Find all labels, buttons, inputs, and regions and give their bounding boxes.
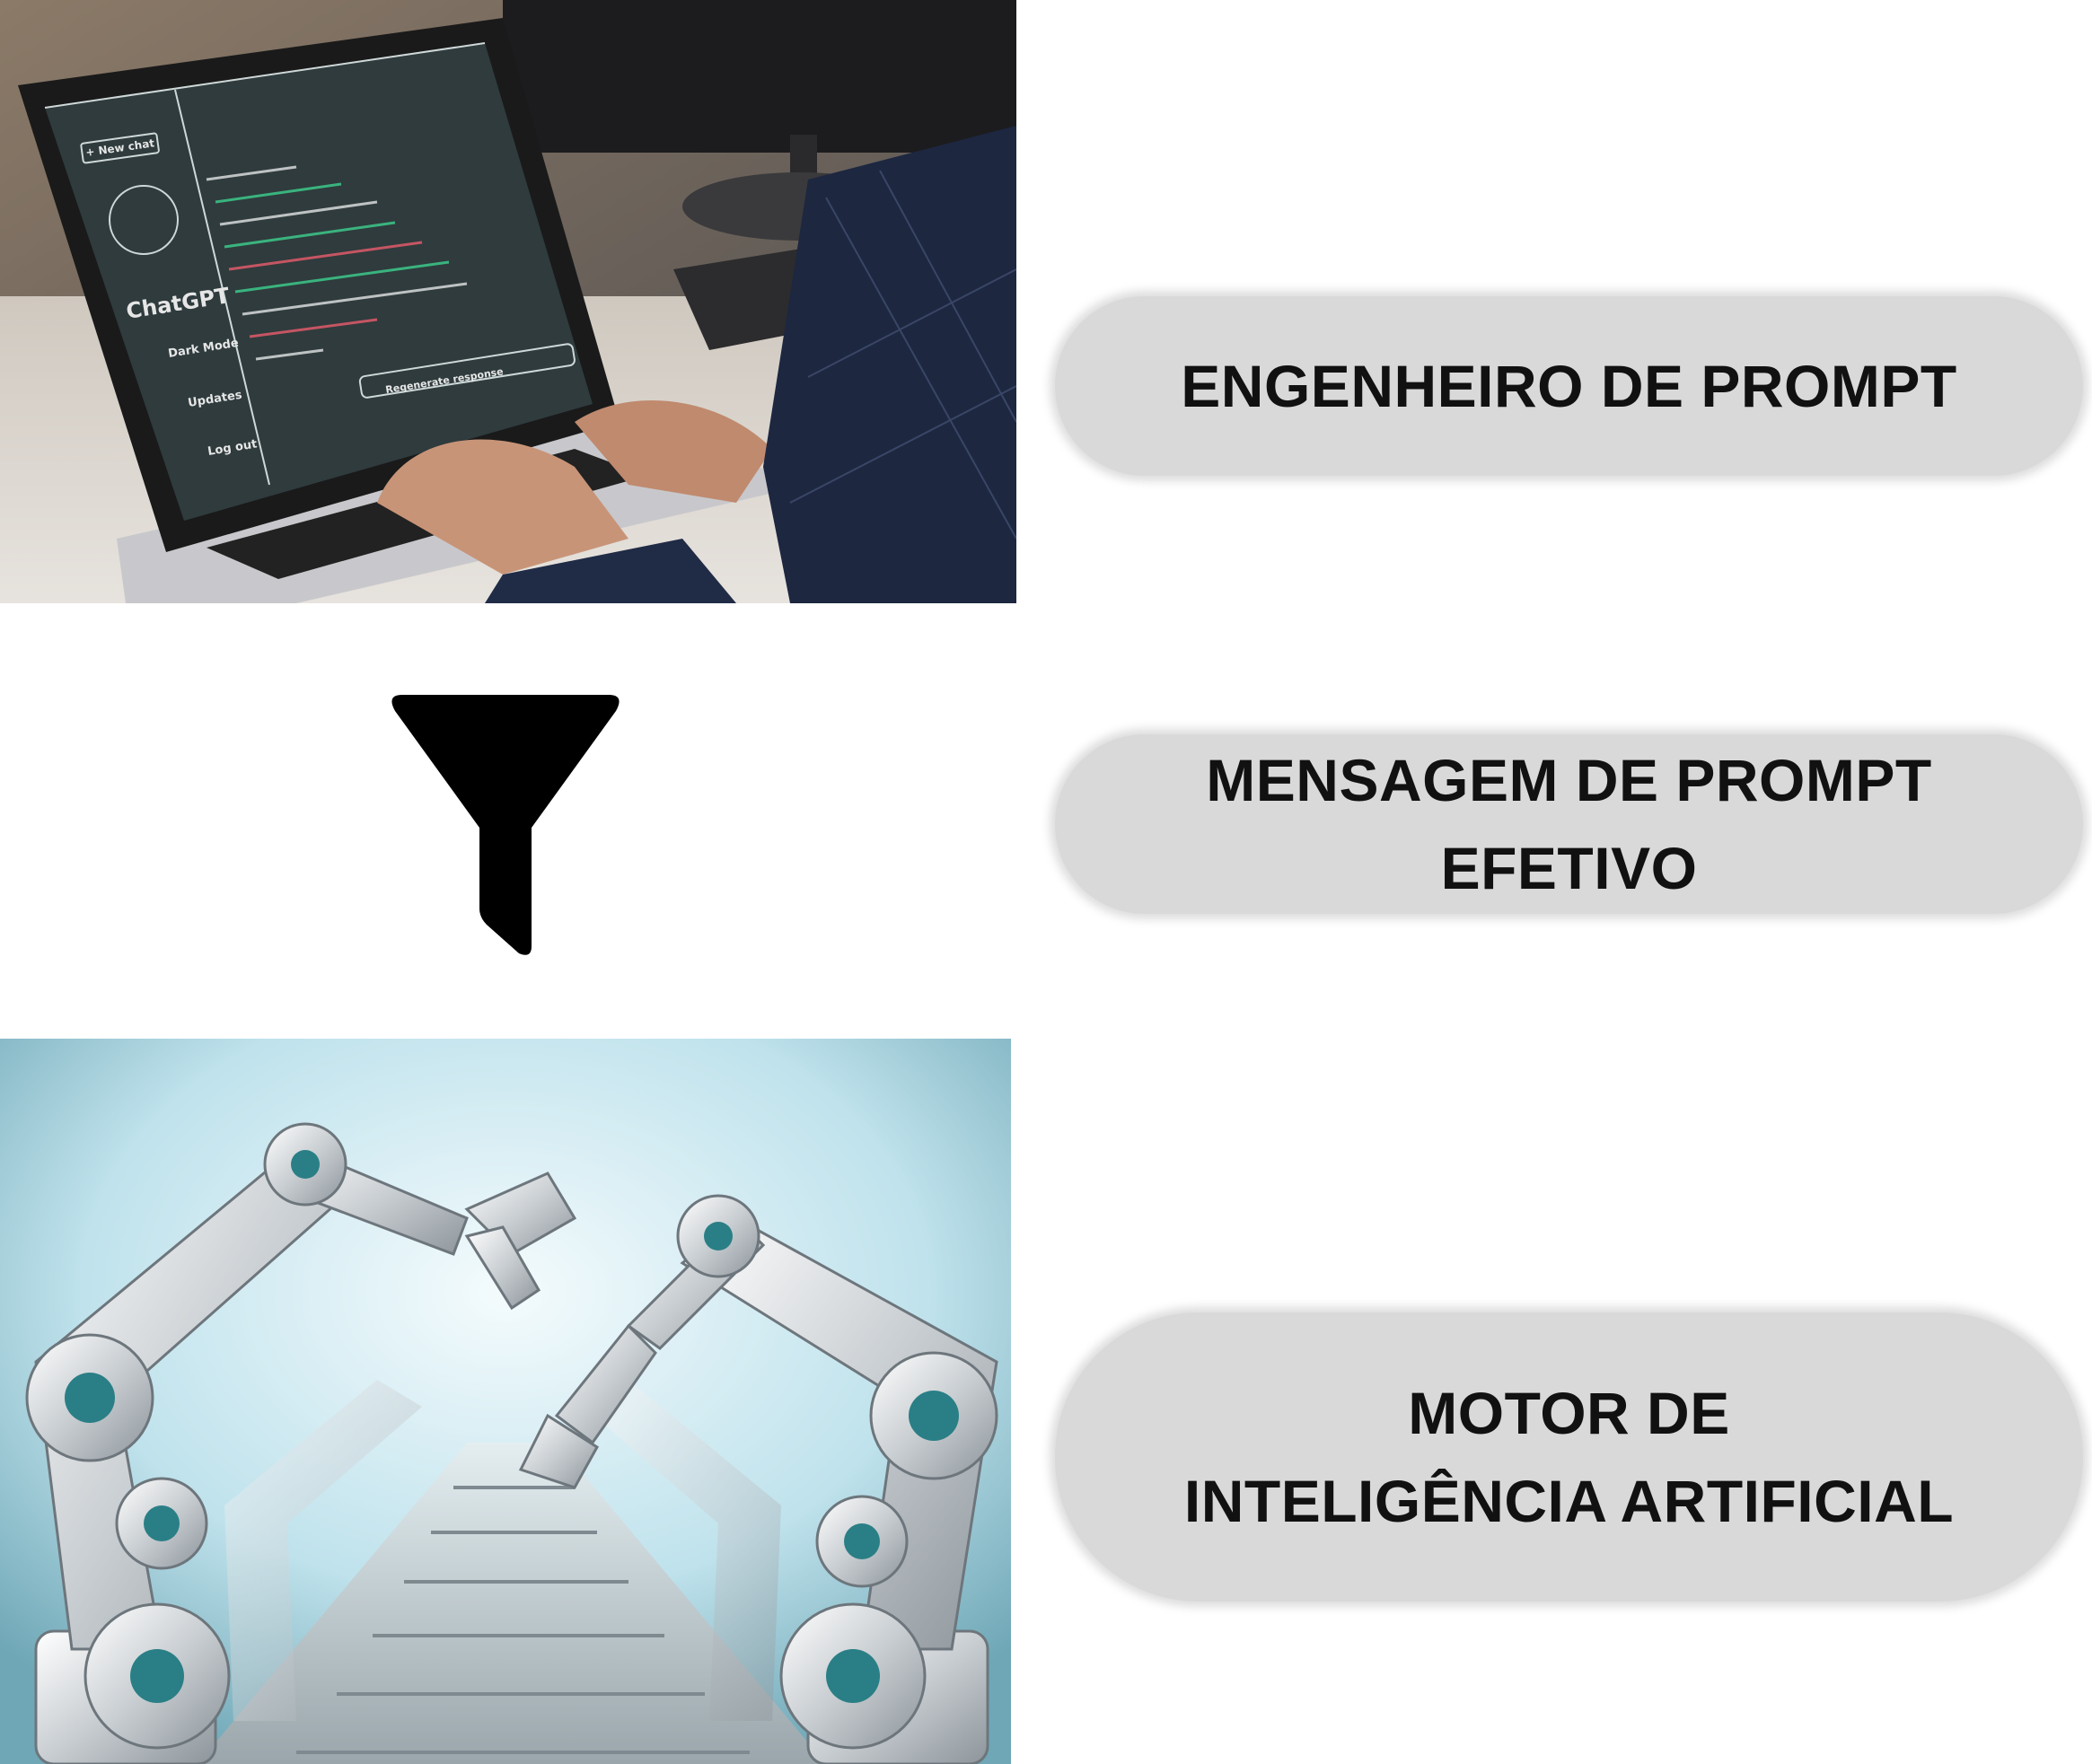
laptop-photo: ChatGPT + New chat Dark Mode Updates Log… [0,0,1016,603]
step-1-label: ENGENHEIRO DE PROMPT [1181,353,1957,419]
step-2-label-line-1: MENSAGEM DE PROMPT [1206,747,1932,813]
step-2-label-line-2: EFETIVO [1440,835,1698,901]
step-3-label-line-1: MOTOR DE [1408,1380,1730,1446]
robots-photo [0,1039,1011,1764]
step-mensagem-de-prompt: MENSAGEM DE PROMPT EFETIVO [1055,734,2083,914]
step-engenheiro-de-prompt: ENGENHEIRO DE PROMPT [1055,296,2083,476]
step-motor-de-ia: MOTOR DE INTELIGÊNCIA ARTIFICIAL [1055,1312,2083,1602]
funnel-icon [386,693,625,959]
step-3-label-line-2: INTELIGÊNCIA ARTIFICIAL [1183,1468,1955,1534]
